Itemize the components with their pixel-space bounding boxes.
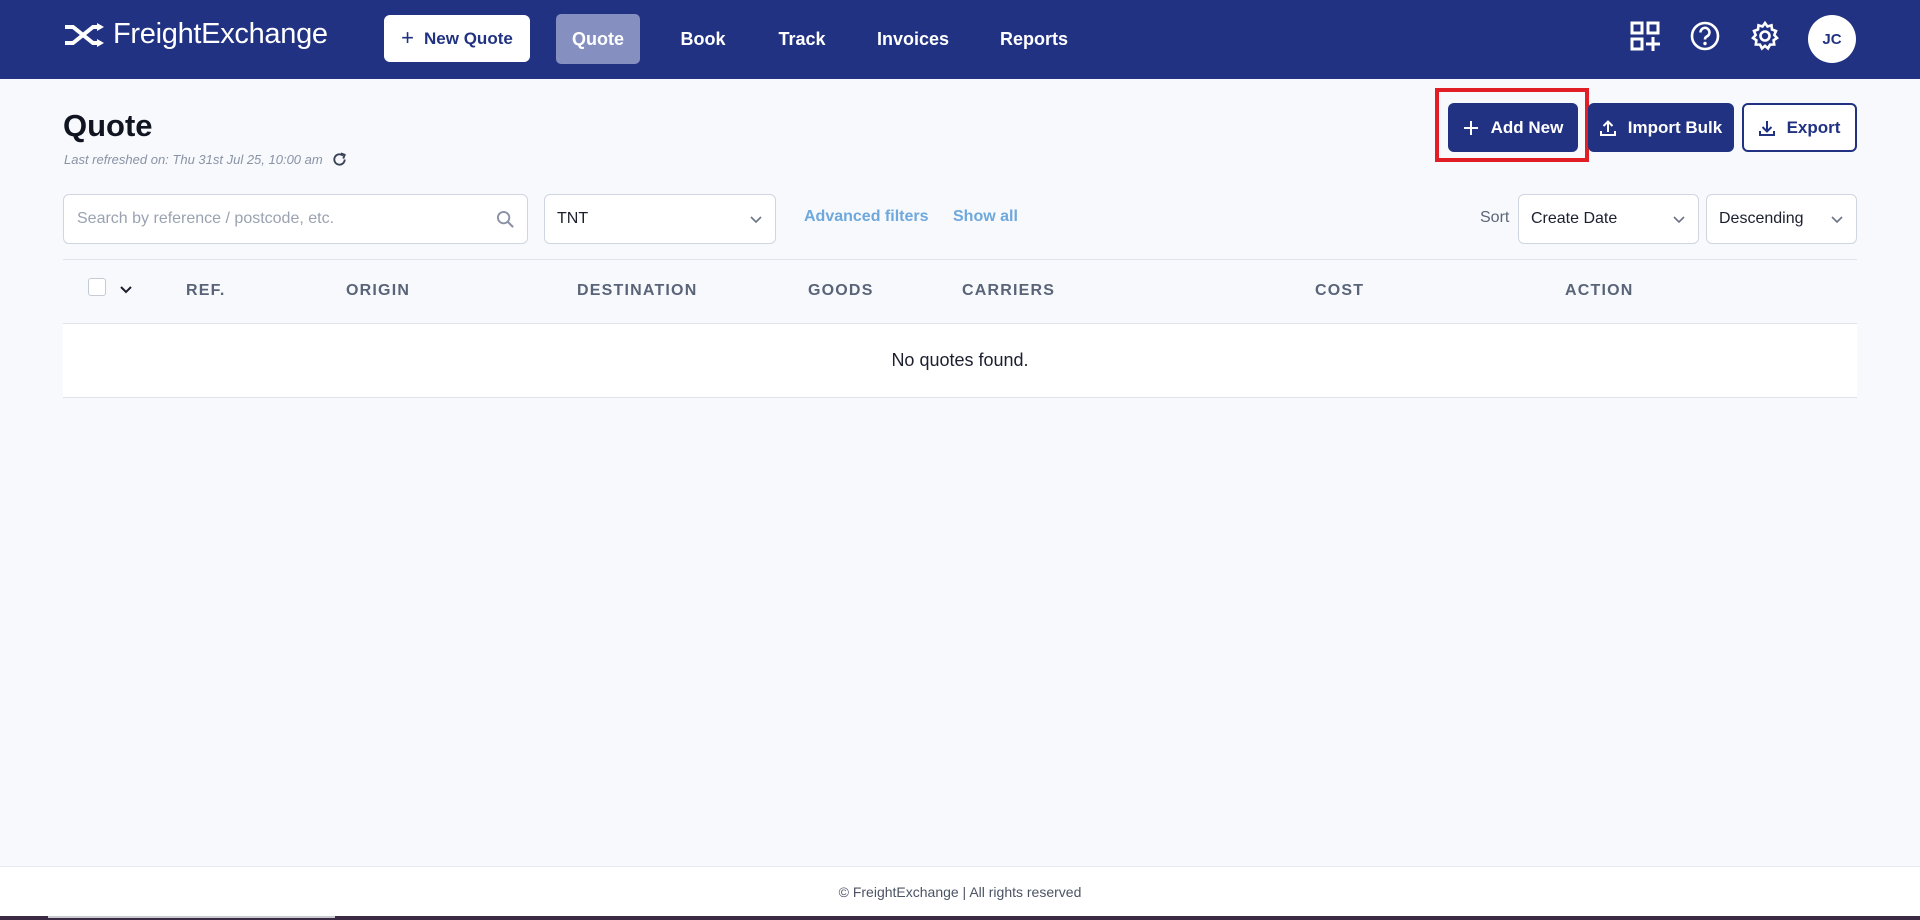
show-all-link[interactable]: Show all <box>953 208 1018 226</box>
shuffle-logo-icon <box>65 22 104 47</box>
plus-icon: + <box>401 24 415 50</box>
sort-order-select[interactable]: Descending <box>1706 194 1857 244</box>
gear-icon[interactable] <box>1749 20 1781 52</box>
last-refreshed-text: Last refreshed on: Thu 31st Jul 25, 10:0… <box>64 152 323 167</box>
chevron-down-icon <box>1831 216 1843 224</box>
add-new-label: Add New <box>1490 117 1564 137</box>
plus-icon <box>1463 120 1478 135</box>
column-header-carriers[interactable]: CARRIERS <box>962 282 1055 300</box>
import-bulk-label: Import Bulk <box>1627 117 1723 137</box>
nav-link-track[interactable]: Track <box>770 14 834 64</box>
search-input[interactable] <box>64 195 527 243</box>
search-field <box>63 194 528 244</box>
nav-link-book[interactable]: Book <box>670 14 736 64</box>
chevron-down-icon <box>1673 216 1685 224</box>
chevron-down-icon <box>750 216 762 224</box>
page-title: Quote <box>63 108 153 143</box>
refresh-icon[interactable] <box>331 151 348 168</box>
column-header-destination[interactable]: DESTINATION <box>577 282 697 300</box>
select-all-checkbox[interactable] <box>88 278 106 296</box>
last-refreshed-row: Last refreshed on: Thu 31st Jul 25, 10:0… <box>64 151 348 168</box>
nav-link-invoices[interactable]: Invoices <box>872 14 954 64</box>
export-button[interactable]: Export <box>1742 103 1857 152</box>
column-header-ref[interactable]: REF. <box>186 282 225 300</box>
column-header-action: ACTION <box>1565 282 1634 299</box>
brand-logo[interactable]: FreightExchange <box>63 18 328 51</box>
page-footer: © FreightExchange | All rights reserved <box>0 866 1920 916</box>
nav-link-quote[interactable]: Quote <box>556 14 640 64</box>
user-avatar[interactable]: JC <box>1808 15 1856 63</box>
sort-field-select[interactable]: Create Date <box>1518 194 1699 244</box>
footer-copyright: © FreightExchange | All rights reserved <box>838 883 1082 900</box>
help-icon[interactable] <box>1689 20 1721 52</box>
column-header-origin[interactable]: ORIGIN <box>346 282 410 300</box>
advanced-filters-link[interactable]: Advanced filters <box>804 208 928 226</box>
upload-icon <box>1599 119 1616 136</box>
search-icon[interactable] <box>496 210 515 229</box>
carrier-select-value: TNT <box>557 210 589 227</box>
bottom-strip <box>0 916 1920 920</box>
import-bulk-button[interactable]: Import Bulk <box>1588 103 1734 152</box>
bottom-strip-segment <box>48 916 335 918</box>
sort-order-value: Descending <box>1719 210 1804 227</box>
nav-link-reports[interactable]: Reports <box>994 14 1074 64</box>
carrier-select[interactable]: TNT <box>544 194 776 244</box>
column-header-goods[interactable]: GOODS <box>808 282 874 300</box>
new-quote-label: New Quote <box>424 28 513 48</box>
download-icon <box>1758 120 1775 136</box>
quotes-table-header: REF. ORIGIN DESTINATION GOODS CARRIERS C… <box>63 259 1857 324</box>
apps-add-icon[interactable] <box>1629 20 1661 52</box>
add-new-button[interactable]: Add New <box>1448 103 1578 152</box>
chevron-down-icon[interactable] <box>118 281 134 297</box>
new-quote-button[interactable]: + New Quote <box>384 15 530 62</box>
top-nav-bar: FreightExchange + New Quote Quote Book T… <box>0 0 1920 79</box>
table-empty-state: No quotes found. <box>63 324 1857 398</box>
column-header-cost[interactable]: COST <box>1315 282 1364 300</box>
export-label: Export <box>1786 117 1841 137</box>
sort-label: Sort <box>1480 209 1510 226</box>
sort-field-value: Create Date <box>1531 210 1618 227</box>
brand-name: FreightExchange <box>113 18 328 50</box>
